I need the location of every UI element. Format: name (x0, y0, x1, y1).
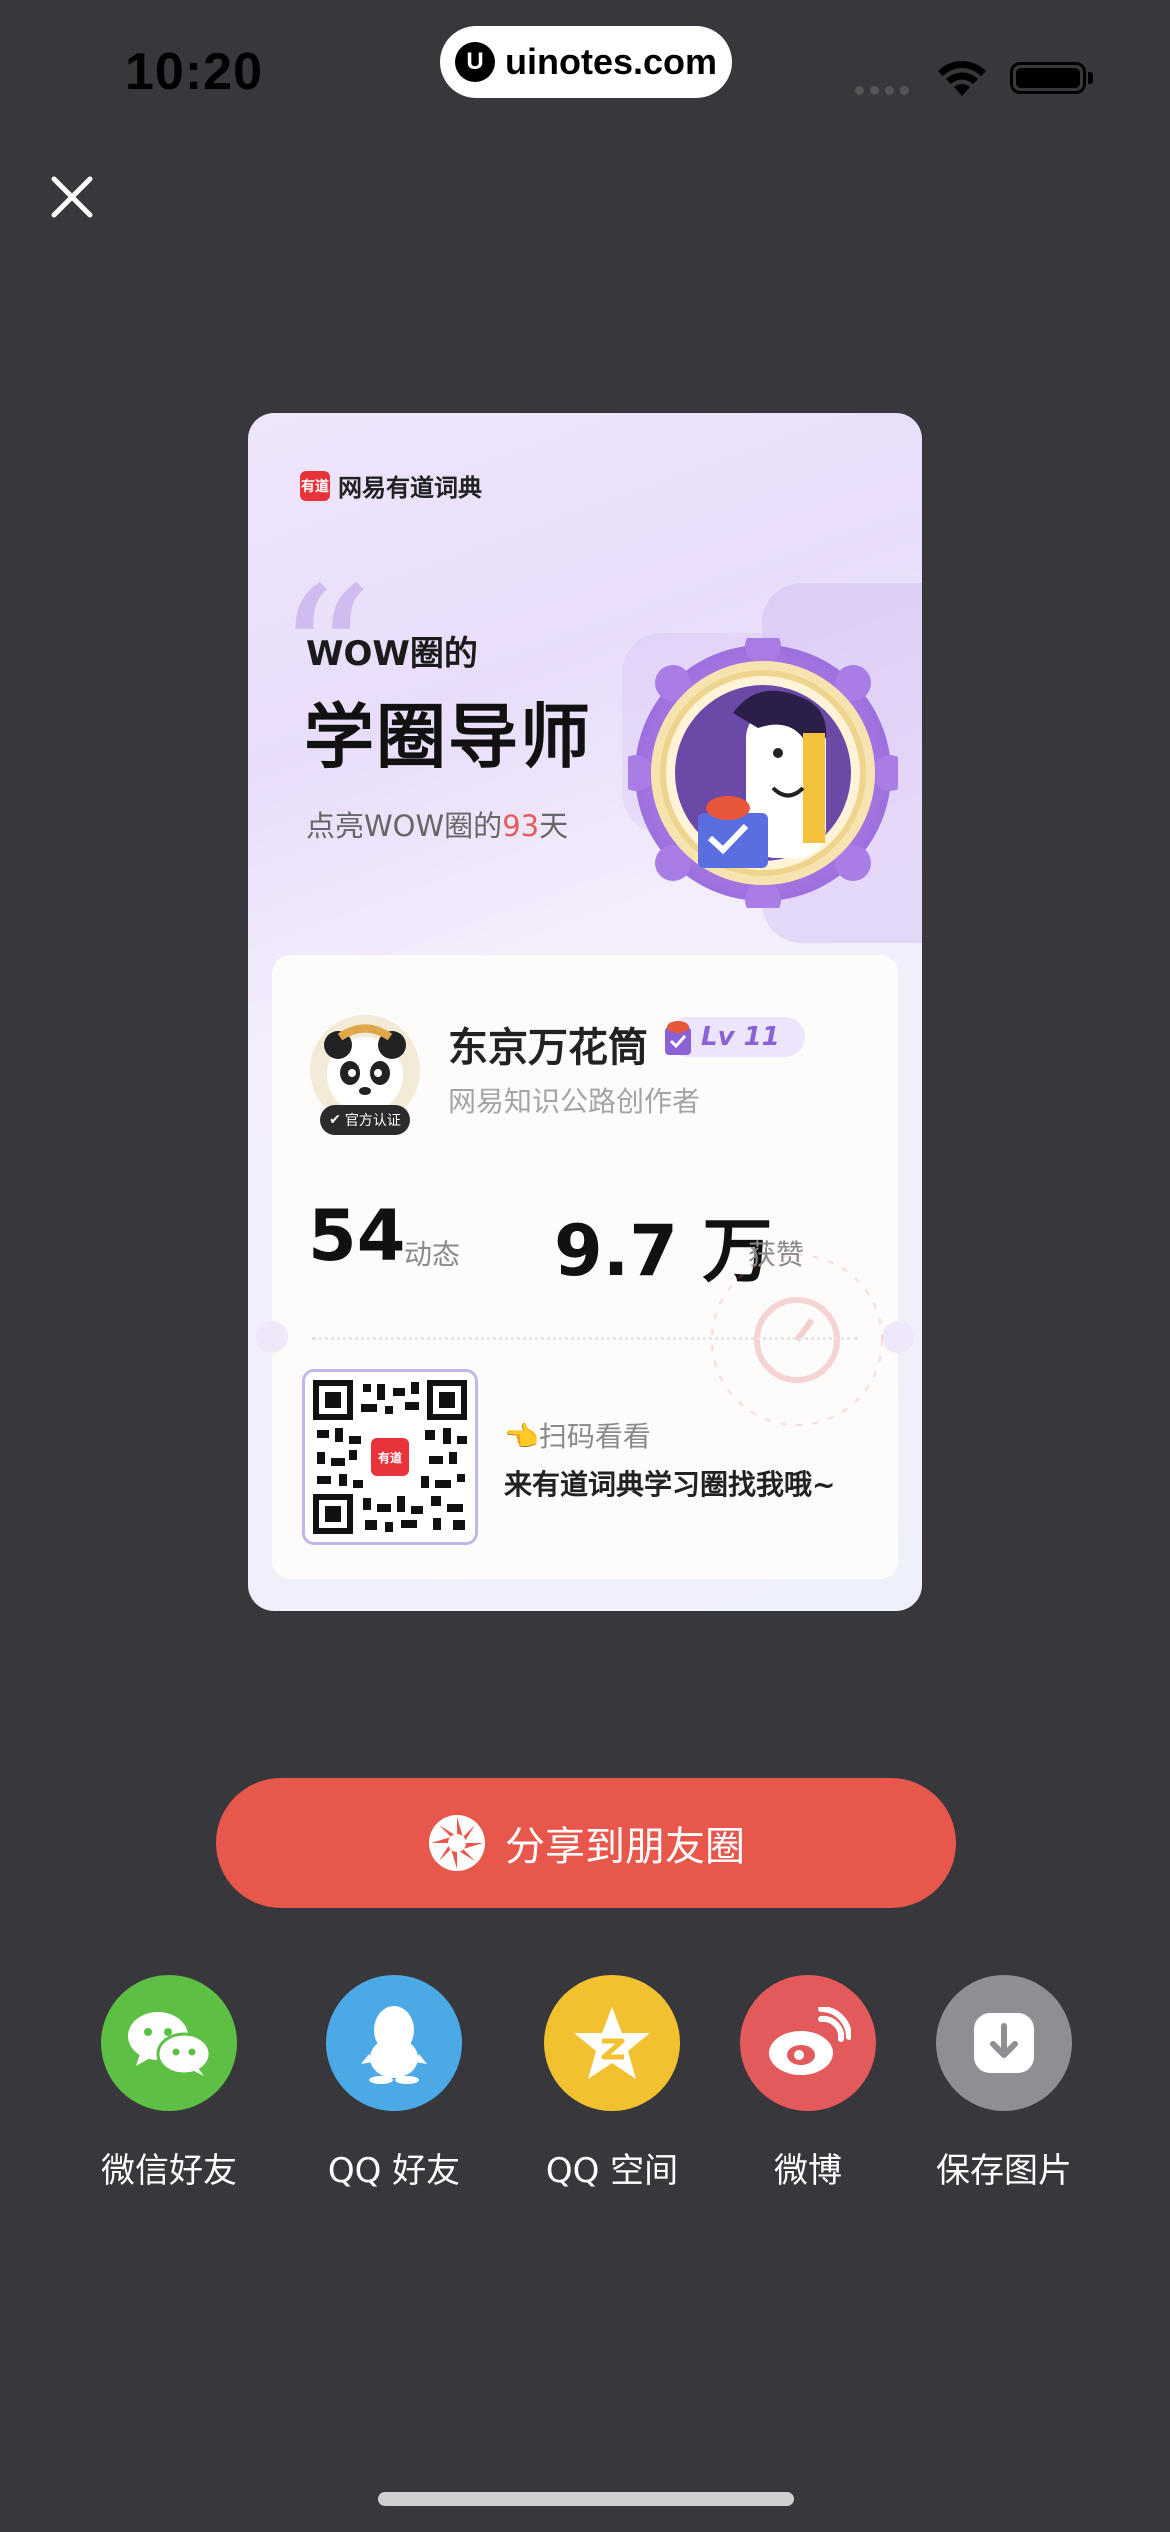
divider (312, 1337, 858, 1340)
posts-count: 54 (308, 1195, 406, 1277)
stamp-watermark-icon (711, 1254, 883, 1426)
card-subhead: WOW圈的 (306, 634, 478, 674)
signal-icon (855, 86, 909, 95)
qzone-icon (544, 1975, 680, 2111)
brand-name: 网易有道词典 (338, 474, 482, 502)
scan-description: 来有道词典学习圈找我哦~ (504, 1468, 836, 1501)
share-qzone-label: QQ 空间 (545, 2151, 679, 2191)
card-headline: 学圈导师 (304, 696, 592, 778)
site-name: uinotes.com (504, 41, 718, 82)
youdao-logo: 有道 (300, 470, 330, 501)
moments-icon (429, 1815, 485, 1871)
share-card: 有道 网易有道词典 “ WOW圈的 学圈导师 点亮WOW圈的93天 ✔ 官方认证… (248, 413, 922, 1611)
site-watermark: U uinotes.com (440, 26, 732, 98)
qr-code: 有道 (302, 1369, 478, 1545)
status-time: 10:20 (125, 43, 263, 101)
battery-nub (1088, 72, 1093, 84)
qr-logo-text: 有道 (378, 1450, 402, 1465)
share-weibo-option[interactable]: 微博 (708, 1975, 908, 2192)
share-qzone-option[interactable]: QQ 空间 (512, 1975, 712, 2192)
share-moments-label: 分享到朋友圈 (505, 1824, 745, 1870)
share-qq-option[interactable]: QQ 好友 (294, 1975, 494, 2192)
verified-badge: ✔ 官方认证 (320, 1105, 410, 1135)
download-icon (936, 1975, 1072, 2111)
uinotes-logo: U (454, 42, 495, 82)
scan-hint: 👈扫码看看 (504, 1420, 651, 1453)
profile-card: ✔ 官方认证 东京万花筒 Lv 11 网易知识公路创作者 54 动态 9.7 万 … (256, 955, 914, 1579)
weibo-icon (740, 1975, 876, 2111)
share-weibo-label: 微博 (774, 2151, 842, 2191)
user-name: 东京万花筒 (448, 1025, 648, 1071)
home-indicator (378, 2492, 794, 2506)
level-text: Lv 11 (701, 1022, 780, 1052)
check-icon: ✔ (329, 1112, 341, 1128)
mentor-badge-icon (628, 638, 898, 908)
level-badge: Lv 11 (665, 1017, 805, 1057)
share-qq-label: QQ 好友 (327, 2151, 461, 2191)
qq-icon (326, 1975, 462, 2111)
active-days: 点亮WOW圈的93天 (306, 809, 569, 843)
posts-label: 动态 (404, 1238, 461, 1271)
share-wechat-label: 微信好友 (101, 2151, 237, 2191)
wifi-icon (938, 61, 986, 96)
save-image-option[interactable]: 保存图片 (904, 1975, 1104, 2192)
share-wechat-option[interactable]: 微信好友 (69, 1975, 269, 2192)
wechat-icon (101, 1975, 237, 2111)
user-role: 网易知识公路创作者 (448, 1085, 701, 1118)
battery-icon (1010, 62, 1086, 94)
close-icon[interactable] (50, 175, 94, 219)
level-icon (665, 1021, 691, 1055)
ticket-notch (256, 1321, 288, 1353)
brand: 有道 网易有道词典 (300, 468, 482, 503)
share-moments-button[interactable]: 分享到朋友圈 (216, 1778, 956, 1908)
save-image-label: 保存图片 (936, 2151, 1072, 2191)
